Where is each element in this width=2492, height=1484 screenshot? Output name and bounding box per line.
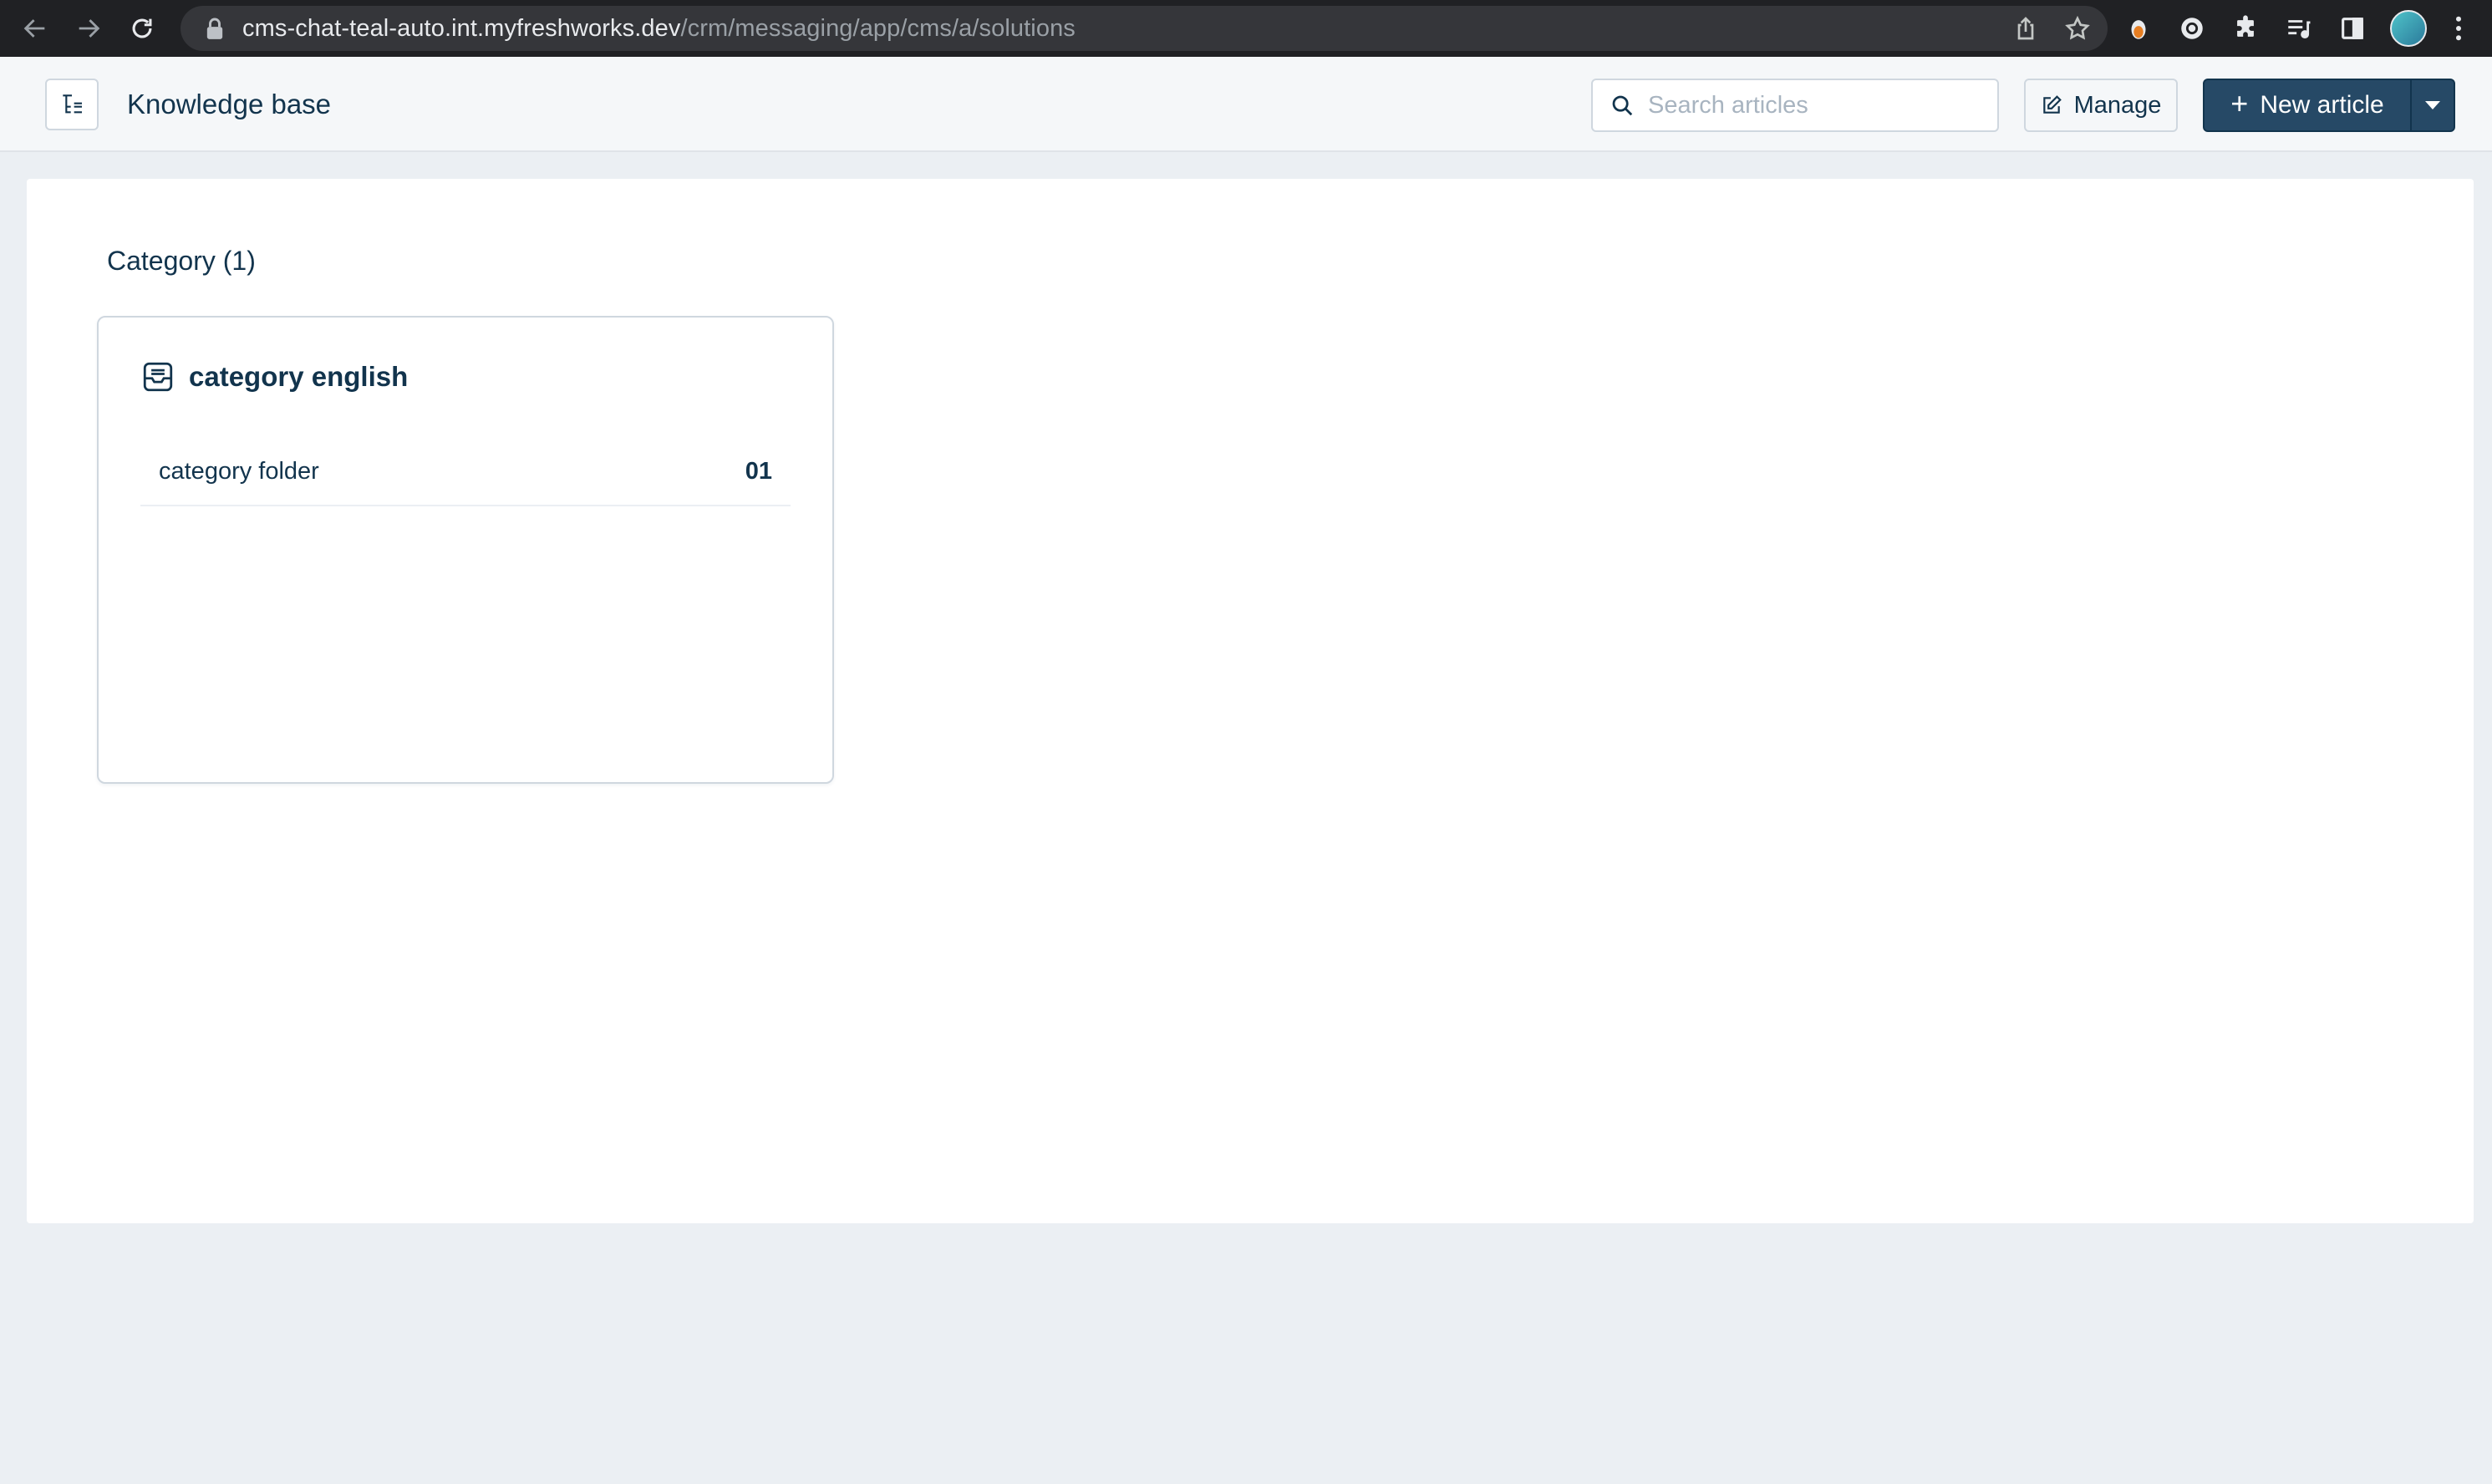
content-panel: Category (1) category english category f… bbox=[27, 179, 2474, 1223]
profile-avatar[interactable] bbox=[2390, 10, 2427, 47]
more-vertical-icon bbox=[2456, 16, 2461, 41]
category-title[interactable]: category english bbox=[189, 361, 408, 393]
url-text: cms-chat-teal-auto.int.myfreshworks.dev/… bbox=[242, 14, 1076, 42]
new-article-label: New article bbox=[2260, 91, 2384, 119]
new-article-button[interactable]: + New article bbox=[2205, 80, 2410, 130]
star-icon[interactable] bbox=[2064, 15, 2091, 42]
category-section-title: Category (1) bbox=[107, 246, 256, 276]
folder-article-count: 01 bbox=[745, 457, 772, 485]
new-article-dropdown-button[interactable] bbox=[2410, 80, 2454, 130]
search-articles-box[interactable] bbox=[1591, 79, 1999, 132]
extensions-puzzle-icon[interactable] bbox=[2230, 13, 2261, 44]
app-header: Knowledge base Manage + New article bbox=[0, 57, 2492, 152]
back-button[interactable] bbox=[8, 0, 62, 57]
extension-circle-icon[interactable] bbox=[2176, 13, 2208, 44]
tree-view-toggle-button[interactable] bbox=[45, 79, 99, 130]
extension-orange-icon[interactable] bbox=[2123, 13, 2154, 44]
media-playlist-icon[interactable] bbox=[2283, 13, 2315, 44]
page-title: Knowledge base bbox=[127, 89, 332, 119]
arrow-right-icon bbox=[79, 19, 100, 38]
address-bar[interactable]: cms-chat-teal-auto.int.myfreshworks.dev/… bbox=[181, 6, 2108, 51]
caret-down-icon bbox=[2425, 101, 2440, 109]
lock-icon bbox=[206, 18, 223, 39]
new-article-split-button: + New article bbox=[2203, 79, 2455, 132]
side-panel-icon[interactable] bbox=[2337, 13, 2368, 44]
browser-toolbar: cms-chat-teal-auto.int.myfreshworks.dev/… bbox=[0, 0, 2492, 57]
search-input[interactable] bbox=[1648, 91, 1982, 119]
folder-row[interactable]: category folder 01 bbox=[140, 438, 791, 506]
plus-icon: + bbox=[2230, 86, 2249, 120]
category-inbox-icon bbox=[143, 362, 173, 392]
tree-list-icon bbox=[63, 94, 82, 114]
arrow-left-icon bbox=[23, 19, 45, 38]
share-icon[interactable] bbox=[2012, 15, 2039, 42]
reload-button[interactable] bbox=[115, 0, 169, 57]
manage-button[interactable]: Manage bbox=[2024, 79, 2178, 132]
folder-name: category folder bbox=[159, 457, 319, 485]
search-icon bbox=[1612, 95, 1633, 116]
browser-menu-button[interactable] bbox=[2449, 12, 2469, 45]
reload-icon bbox=[132, 18, 152, 38]
edit-icon bbox=[2042, 95, 2062, 114]
manage-label: Manage bbox=[2073, 91, 2162, 119]
category-card-header: category english bbox=[140, 359, 408, 394]
category-card[interactable]: category english category folder 01 bbox=[97, 316, 834, 784]
forward-button[interactable] bbox=[62, 0, 115, 57]
